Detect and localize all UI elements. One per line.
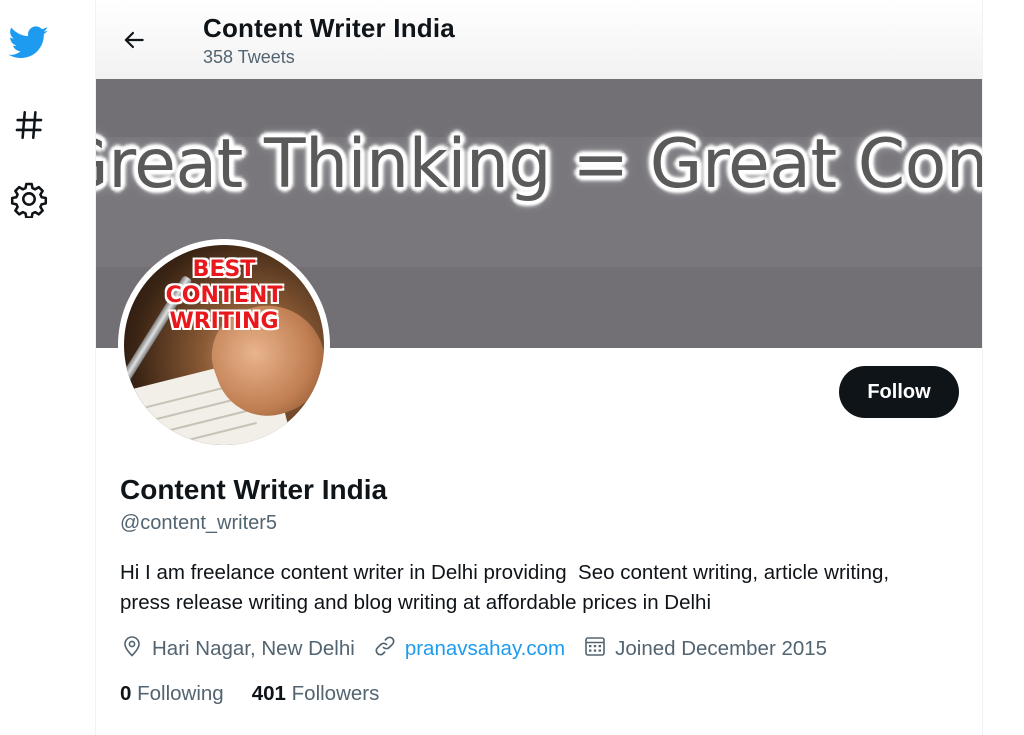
followers-count: 401 <box>251 682 286 705</box>
profile-column: Content Writer India 358 Tweets Great Th… <box>95 0 983 735</box>
profile-header-bar: Content Writer India 358 Tweets <box>96 0 982 79</box>
avatar-text-line-3: WRITING <box>169 309 279 334</box>
calendar-icon <box>583 634 615 664</box>
followers-link[interactable]: 401 Followers <box>252 682 380 706</box>
profile-meta: Hari Nagar, New Delhi pranavsahay.com Jo… <box>120 634 845 664</box>
profile-handle: @content_writer5 <box>120 512 278 534</box>
followers-label: Followers <box>291 682 380 705</box>
location-text: Hari Nagar, New Delhi <box>152 637 355 660</box>
avatar-text-line-1: BEST <box>192 257 256 282</box>
profile-name: Content Writer India <box>120 474 388 505</box>
twitter-bird-icon[interactable] <box>8 22 50 64</box>
back-arrow-icon[interactable] <box>114 20 154 60</box>
joined-text: Joined December 2015 <box>615 637 828 660</box>
profile-bio: Hi I am freelance content writer in Delh… <box>120 561 895 614</box>
follow-button[interactable]: Follow <box>839 366 959 418</box>
profile-stats: 0 Following 401 Followers <box>120 682 407 706</box>
header-title: Content Writer India <box>203 13 455 43</box>
link-icon <box>373 634 405 664</box>
location-item: Hari Nagar, New Delhi <box>120 634 355 664</box>
following-link[interactable]: 0 Following <box>120 682 224 706</box>
joined-item: Joined December 2015 <box>583 634 827 664</box>
avatar-image: BEST CONTENT WRITING <box>124 245 324 445</box>
avatar-text-line-2: CONTENT <box>165 283 283 308</box>
following-count: 0 <box>120 682 132 705</box>
website-item: pranavsahay.com <box>373 634 565 664</box>
website-link[interactable]: pranavsahay.com <box>405 637 565 661</box>
hashtag-icon[interactable] <box>8 104 50 146</box>
banner-text: Great Thinking = Great Content <box>96 125 983 204</box>
sidebar <box>0 0 95 735</box>
avatar[interactable]: BEST CONTENT WRITING <box>118 239 330 451</box>
following-label: Following <box>137 682 224 705</box>
location-pin-icon <box>120 634 152 664</box>
gear-icon[interactable] <box>8 178 50 220</box>
tweet-count: 358 Tweets <box>203 47 295 67</box>
